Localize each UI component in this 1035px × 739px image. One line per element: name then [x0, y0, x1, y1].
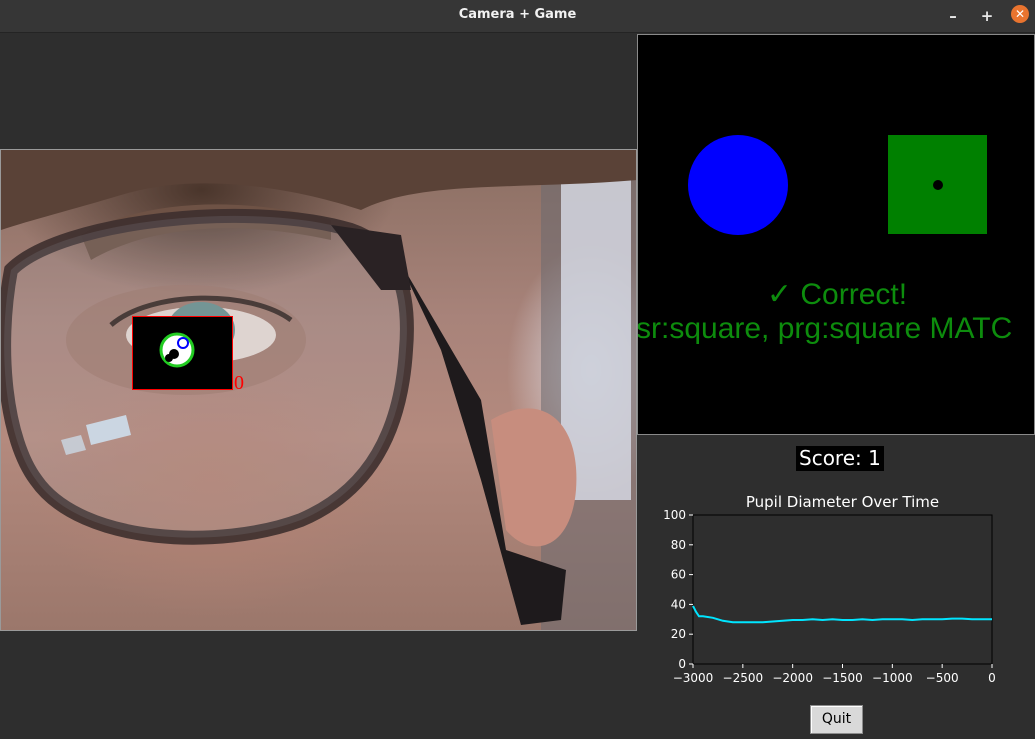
y-tick-label: 60 — [671, 568, 686, 582]
score-label: Score: 1 — [796, 446, 884, 471]
x-tick-label: −500 — [926, 671, 959, 685]
game-panel: ✓ Correct! sr:square, prg:square MATC — [637, 34, 1035, 435]
x-tick-label: −3000 — [673, 671, 714, 685]
maximize-button[interactable]: + — [977, 6, 997, 26]
x-tick-label: −1000 — [872, 671, 913, 685]
pupil-overlay — [159, 332, 195, 368]
chart-title: Pupil Diameter Over Time — [746, 493, 939, 511]
feedback-details: sr:square, prg:square MATC — [637, 312, 1013, 345]
x-tick-label: −1500 — [822, 671, 863, 685]
y-tick-label: 100 — [663, 508, 686, 522]
plus-icon: + — [980, 7, 994, 25]
minus-icon: – — [949, 7, 957, 25]
minimize-button[interactable]: – — [943, 6, 963, 26]
pupil-series-line — [692, 605, 992, 624]
x-tick-label: −2500 — [723, 671, 764, 685]
y-tick-label: 80 — [671, 538, 686, 552]
x-tick-label: −2000 — [772, 671, 813, 685]
close-icon: ✕ — [1014, 7, 1026, 21]
window-title: Camera + Game — [458, 7, 577, 22]
target-circle — [688, 135, 788, 235]
quit-button[interactable]: Quit — [810, 705, 863, 734]
close-button[interactable]: ✕ — [1011, 5, 1029, 23]
feedback-result: ✓ Correct! — [766, 278, 908, 311]
target-square — [888, 135, 987, 234]
blink-counter: 0 — [234, 372, 244, 394]
x-tick-label: 0 — [988, 671, 996, 685]
camera-feed: 0 — [0, 149, 637, 631]
eye-detection-box — [132, 316, 233, 390]
camera-image — [1, 150, 636, 630]
plot-frame — [692, 514, 993, 665]
gaze-dot — [933, 180, 943, 190]
y-tick-label: 20 — [671, 627, 686, 641]
y-tick-label: 0 — [678, 657, 686, 671]
title-bar: Camera + Game – + ✕ — [0, 0, 1035, 33]
pupil-chart: Pupil Diameter Over Time 0 20 40 60 80 100 −300… — [638, 487, 1035, 687]
y-tick-label: 40 — [671, 597, 686, 611]
pupil-chart-svg: Pupil Diameter Over Time 0 20 40 60 80 100 −300… — [663, 493, 996, 685]
